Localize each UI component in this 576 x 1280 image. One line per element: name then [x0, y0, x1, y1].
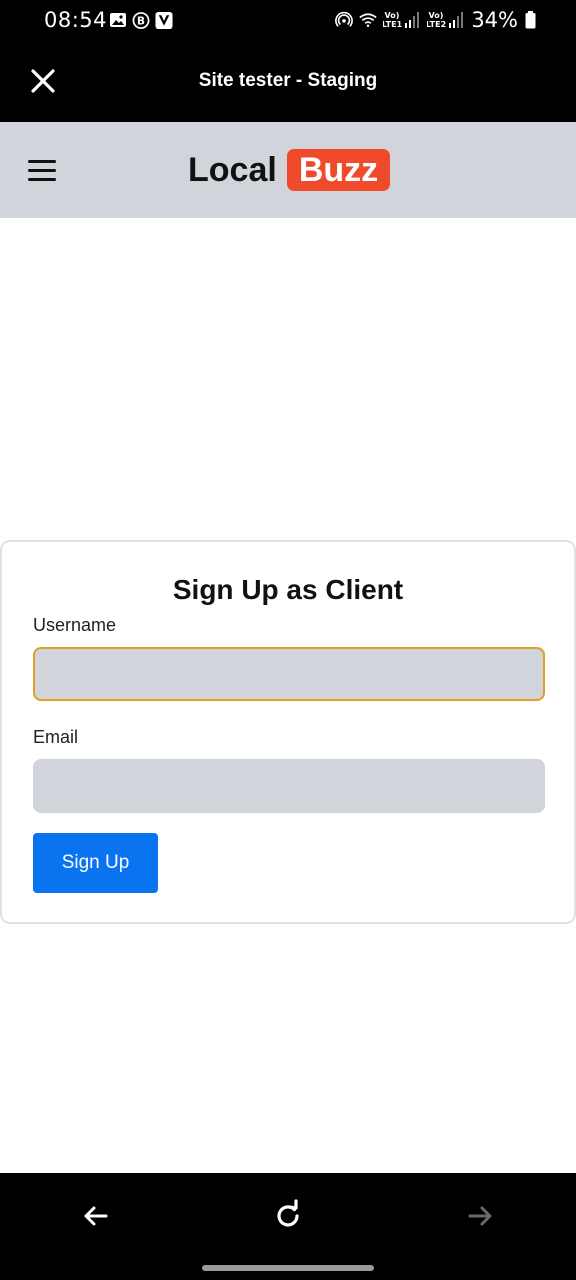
site-header: Local Buzz — [0, 122, 576, 218]
svg-text:Vo): Vo) — [429, 11, 444, 20]
email-input[interactable] — [33, 759, 545, 813]
status-left-icons: B — [109, 11, 173, 29]
toolbar-title: Site tester - Staging — [198, 70, 378, 91]
arrow-right-icon[interactable] — [463, 1199, 497, 1233]
brand-logo[interactable]: Local Buzz — [188, 149, 391, 191]
svg-text:LTE2: LTE2 — [427, 20, 446, 29]
bottom-nav — [0, 1173, 576, 1280]
site-tester-toolbar: Site tester - Staging — [0, 42, 576, 122]
signup-card: Sign Up as Client Username Email Sign Up — [0, 540, 576, 924]
form-title: Sign Up as Client — [172, 574, 404, 605]
username-input[interactable] — [33, 647, 545, 701]
image-icon — [109, 11, 127, 29]
hotspot-icon — [335, 11, 354, 29]
arrow-left-icon[interactable] — [79, 1199, 113, 1233]
signal-lte1-icon: Vo) LTE1 — [383, 11, 421, 29]
v-app-icon — [155, 11, 173, 29]
svg-text:LTE1: LTE1 — [383, 20, 403, 29]
hamburger-menu-icon[interactable] — [28, 160, 56, 182]
brand-buzz-badge: Buzz — [286, 149, 391, 191]
wifi-icon — [359, 11, 378, 29]
username-label: Username — [33, 615, 117, 635]
reload-icon[interactable] — [271, 1199, 305, 1233]
status-time: 08:54 — [44, 8, 108, 32]
email-label: Email — [33, 727, 79, 747]
battery-icon — [524, 11, 536, 29]
svg-text:Vo): Vo) — [385, 11, 400, 20]
sign-up-button[interactable]: Sign Up — [33, 833, 158, 893]
svg-text:B: B — [137, 15, 145, 27]
home-indicator[interactable] — [202, 1265, 374, 1271]
status-bar: 08:54 B Vo) LTE1 Vo) LTE2 34% — [0, 0, 576, 42]
b-badge-icon: B — [132, 11, 150, 29]
brand-local-text: Local — [188, 150, 277, 189]
signal-lte2-icon: Vo) LTE2 — [427, 11, 465, 29]
battery-percent: 34% — [471, 8, 518, 32]
status-right-icons: Vo) LTE1 Vo) LTE2 34% — [335, 8, 536, 32]
